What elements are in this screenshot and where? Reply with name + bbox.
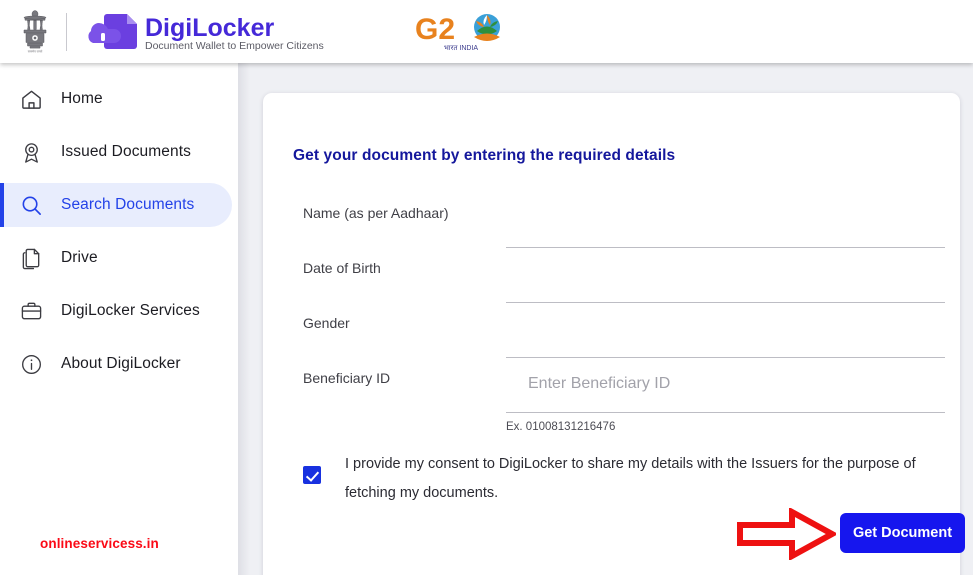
red-arrow-right-icon bbox=[737, 508, 836, 560]
field-row-name: Name (as per Aadhaar) bbox=[303, 194, 945, 249]
field-row-beneficiary-id: Beneficiary ID bbox=[303, 359, 945, 414]
search-icon bbox=[18, 192, 44, 218]
date-of-birth-input[interactable] bbox=[506, 249, 945, 303]
sidebar-item-about-digilocker[interactable]: About DigiLocker bbox=[0, 342, 238, 386]
sidebar-item-label: Search Documents bbox=[61, 196, 195, 213]
india-national-emblem-icon: सत्यमेव जयते bbox=[23, 9, 47, 53]
field-row-date-of-birth: Date of Birth bbox=[303, 249, 945, 304]
briefcase-icon bbox=[18, 298, 44, 324]
award-badge-icon bbox=[18, 139, 44, 165]
home-icon bbox=[18, 86, 44, 112]
field-label: Beneficiary ID bbox=[303, 370, 391, 386]
page-title: Get your document by entering the requir… bbox=[293, 147, 676, 164]
page-header: सत्यमेव जयते DigiLocker Document Wallet … bbox=[0, 0, 973, 63]
get-document-button[interactable]: Get Document bbox=[840, 513, 965, 553]
sidebar-item-digilocker-services[interactable]: DigiLocker Services bbox=[0, 289, 238, 333]
gender-input[interactable] bbox=[506, 304, 945, 358]
name-input[interactable] bbox=[506, 194, 945, 248]
sidebar-item-label: About DigiLocker bbox=[61, 355, 181, 372]
svg-text:DigiLocker: DigiLocker bbox=[145, 14, 274, 42]
svg-text:सत्यमेव जयते: सत्यमेव जयते bbox=[28, 49, 43, 53]
files-icon bbox=[18, 245, 44, 271]
sidebar-item-label: Drive bbox=[61, 249, 98, 266]
g20-logo: G2 भारत INDIA bbox=[415, 13, 500, 52]
beneficiary-id-input[interactable] bbox=[506, 359, 945, 413]
document-search-card: Get your document by entering the requir… bbox=[263, 93, 965, 575]
header-divider bbox=[66, 12, 67, 51]
field-label: Date of Birth bbox=[303, 260, 381, 276]
digilocker-page: सत्यमेव जयते DigiLocker Document Wallet … bbox=[0, 0, 973, 575]
svg-text:भारत INDIA: भारत INDIA bbox=[444, 45, 479, 52]
sidebar-nav: Home Issued Documents Search Documents D… bbox=[0, 63, 238, 575]
sidebar-item-issued-documents[interactable]: Issued Documents bbox=[0, 130, 238, 174]
svg-text:Document Wallet to Empower Cit: Document Wallet to Empower Citizens bbox=[145, 40, 324, 52]
field-row-gender: Gender bbox=[303, 304, 945, 359]
field-label: Name (as per Aadhaar) bbox=[303, 205, 449, 221]
consent-row: I provide my consent to DigiLocker to sh… bbox=[303, 450, 945, 508]
sidebar-item-label: DigiLocker Services bbox=[61, 302, 200, 319]
field-label: Gender bbox=[303, 315, 350, 331]
beneficiary-id-hint: Ex. 01008131216476 bbox=[506, 421, 616, 433]
sidebar-item-label: Home bbox=[61, 90, 103, 107]
consent-label: I provide my consent to DigiLocker to sh… bbox=[345, 456, 916, 501]
sidebar-item-home[interactable]: Home bbox=[0, 77, 238, 121]
consent-checkbox[interactable] bbox=[303, 466, 321, 484]
site-watermark: onlineservicess.in bbox=[40, 536, 159, 551]
sidebar-item-drive[interactable]: Drive bbox=[0, 236, 238, 280]
info-circle-icon bbox=[18, 351, 44, 377]
digilocker-logo: DigiLocker Document Wallet to Empower Ci… bbox=[88, 13, 324, 52]
svg-text:G2: G2 bbox=[415, 13, 455, 46]
sidebar-item-search-documents[interactable]: Search Documents bbox=[0, 183, 232, 227]
main-content: Get your document by entering the requir… bbox=[238, 63, 973, 575]
sidebar-item-label: Issued Documents bbox=[61, 143, 191, 160]
